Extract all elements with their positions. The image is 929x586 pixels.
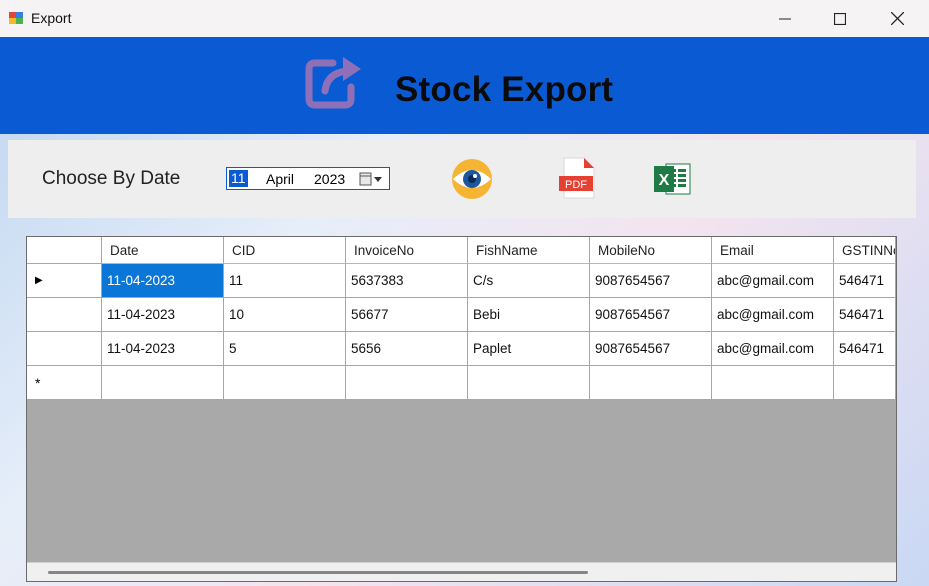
- row-header[interactable]: [27, 332, 102, 366]
- column-header-mobileno[interactable]: MobileNo: [590, 237, 712, 264]
- date-year[interactable]: 2023: [314, 171, 345, 187]
- pdf-icon-text: PDF: [565, 179, 587, 191]
- table-cell[interactable]: abc@gmail.com: [712, 332, 834, 366]
- table-cell[interactable]: 5656: [346, 332, 468, 366]
- table-cell[interactable]: 546471: [834, 264, 896, 298]
- new-row[interactable]: *: [27, 366, 896, 400]
- maximize-icon: [834, 12, 846, 25]
- excel-icon-text: X: [659, 172, 670, 189]
- table-cell[interactable]: [834, 366, 896, 400]
- view-icon[interactable]: [449, 157, 495, 201]
- pdf-export-icon[interactable]: PDF: [556, 156, 600, 200]
- new-row-indicator[interactable]: *: [27, 366, 102, 400]
- column-header-fishname[interactable]: FishName: [468, 237, 590, 264]
- table-cell[interactable]: abc@gmail.com: [712, 298, 834, 332]
- window-title: Export: [31, 10, 72, 26]
- table-cell[interactable]: [224, 366, 346, 400]
- table-row[interactable]: ▶ 11-04-2023 11 5637383 C/s 9087654567 a…: [27, 264, 896, 298]
- table-cell[interactable]: 11: [224, 264, 346, 298]
- table-cell[interactable]: C/s: [468, 264, 590, 298]
- table-cell[interactable]: [590, 366, 712, 400]
- table-cell[interactable]: Bebi: [468, 298, 590, 332]
- export-share-icon: [305, 57, 361, 109]
- minimize-icon: [779, 18, 791, 19]
- table-cell[interactable]: 11-04-2023: [102, 264, 224, 298]
- table-cell[interactable]: [712, 366, 834, 400]
- column-header-email[interactable]: Email: [712, 237, 834, 264]
- row-header[interactable]: [27, 298, 102, 332]
- table-cell[interactable]: 9087654567: [590, 298, 712, 332]
- table-cell[interactable]: Paplet: [468, 332, 590, 366]
- table-cell[interactable]: 9087654567: [590, 332, 712, 366]
- app-icon: [9, 12, 23, 24]
- row-header-corner: [27, 237, 102, 264]
- grid-header-row: Date CID InvoiceNo FishName MobileNo Ema…: [27, 237, 896, 264]
- table-cell[interactable]: abc@gmail.com: [712, 264, 834, 298]
- date-picker[interactable]: 11 April 2023: [226, 167, 390, 190]
- table-cell[interactable]: [468, 366, 590, 400]
- table-cell[interactable]: 546471: [834, 332, 896, 366]
- table-cell[interactable]: 5637383: [346, 264, 468, 298]
- current-row-indicator[interactable]: ▶: [27, 264, 102, 298]
- column-header-date[interactable]: Date: [102, 237, 224, 264]
- horizontal-scrollbar[interactable]: [27, 562, 896, 581]
- date-day[interactable]: 11: [229, 170, 248, 187]
- table-row[interactable]: 11-04-2023 10 56677 Bebi 9087654567 abc@…: [27, 298, 896, 332]
- table-cell[interactable]: 5: [224, 332, 346, 366]
- table-cell[interactable]: [102, 366, 224, 400]
- table-cell[interactable]: 546471: [834, 298, 896, 332]
- close-button[interactable]: [874, 0, 920, 37]
- excel-export-icon[interactable]: X: [652, 160, 694, 198]
- table-cell[interactable]: 9087654567: [590, 264, 712, 298]
- close-icon: [890, 12, 904, 25]
- table-cell[interactable]: 11-04-2023: [102, 298, 224, 332]
- date-month[interactable]: April: [266, 171, 294, 187]
- choose-date-label: Choose By Date: [42, 168, 181, 189]
- page-title: Stock Export: [395, 70, 614, 109]
- column-header-gstinno[interactable]: GSTINNo: [834, 237, 896, 264]
- table-cell[interactable]: [346, 366, 468, 400]
- table-cell[interactable]: 56677: [346, 298, 468, 332]
- title-bar: Export: [0, 0, 929, 37]
- column-header-cid[interactable]: CID: [224, 237, 346, 264]
- maximize-button[interactable]: [817, 0, 863, 37]
- minimize-button[interactable]: [762, 0, 808, 37]
- column-header-invoiceno[interactable]: InvoiceNo: [346, 237, 468, 264]
- calendar-dropdown-icon[interactable]: [358, 172, 386, 187]
- table-cell[interactable]: 10: [224, 298, 346, 332]
- data-grid[interactable]: Date CID InvoiceNo FishName MobileNo Ema…: [26, 236, 897, 582]
- table-cell[interactable]: 11-04-2023: [102, 332, 224, 366]
- scrollbar-thumb[interactable]: [48, 571, 588, 574]
- table-row[interactable]: 11-04-2023 5 5656 Paplet 9087654567 abc@…: [27, 332, 896, 366]
